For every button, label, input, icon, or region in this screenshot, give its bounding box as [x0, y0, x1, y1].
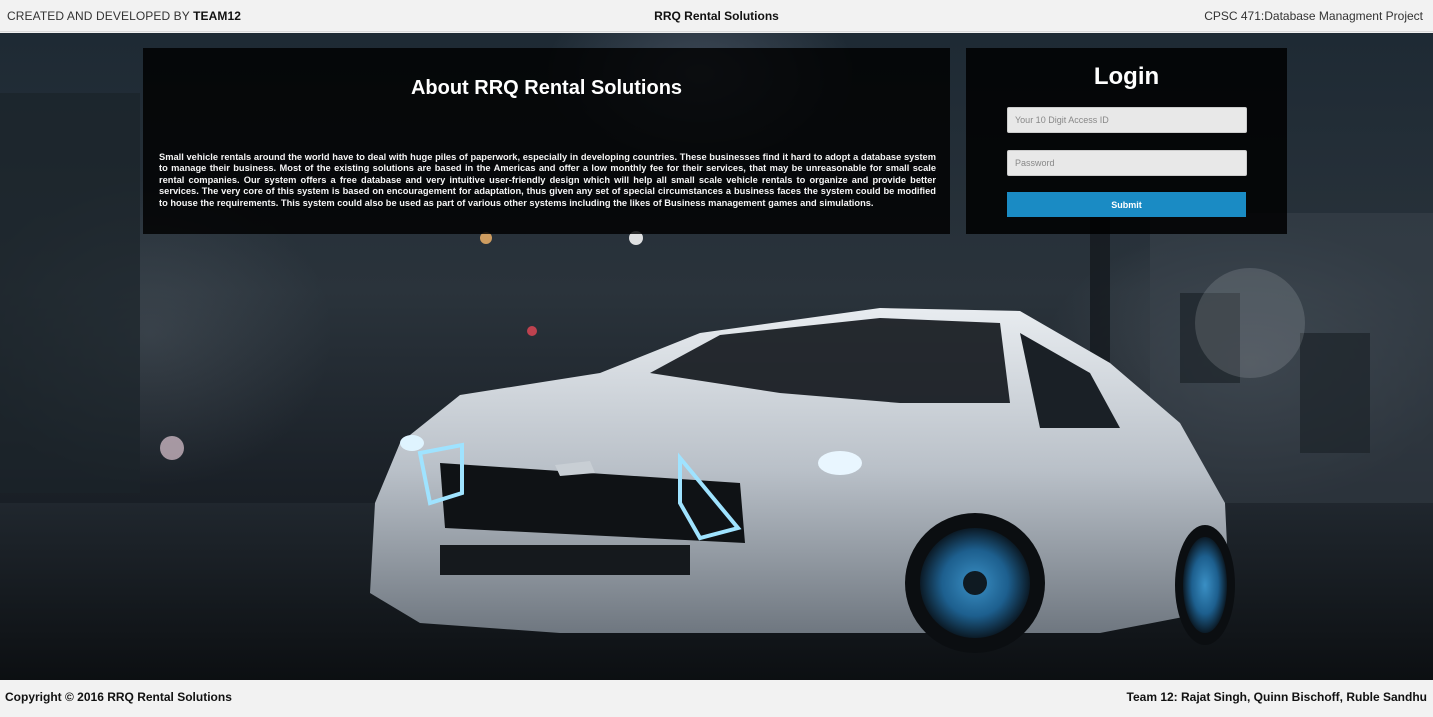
about-panel: About RRQ Rental Solutions Small vehicle… [143, 48, 950, 234]
team-credits: Team 12: Rajat Singh, Quinn Bischoff, Ru… [1126, 690, 1427, 704]
access-id-input[interactable] [1007, 107, 1247, 133]
about-heading: About RRQ Rental Solutions [410, 77, 683, 99]
login-panel: Login Submit [966, 48, 1287, 234]
project-label: CPSC 471:Database Managment Project [1204, 9, 1423, 23]
copyright-text: Copyright © 2016 RRQ Rental Solutions [5, 690, 232, 704]
login-title: Login [1093, 63, 1160, 90]
submit-button[interactable]: Submit [1007, 192, 1246, 217]
password-input[interactable] [1007, 150, 1247, 176]
hero-background: About RRQ Rental Solutions Small vehicle… [0, 33, 1433, 680]
footer: Copyright © 2016 RRQ Rental Solutions Te… [0, 680, 1433, 717]
top-bar: CREATED AND DEVELOPED BY TEAM12 RRQ Rent… [0, 0, 1433, 32]
about-body: Small vehicle rentals around the world h… [159, 152, 936, 208]
